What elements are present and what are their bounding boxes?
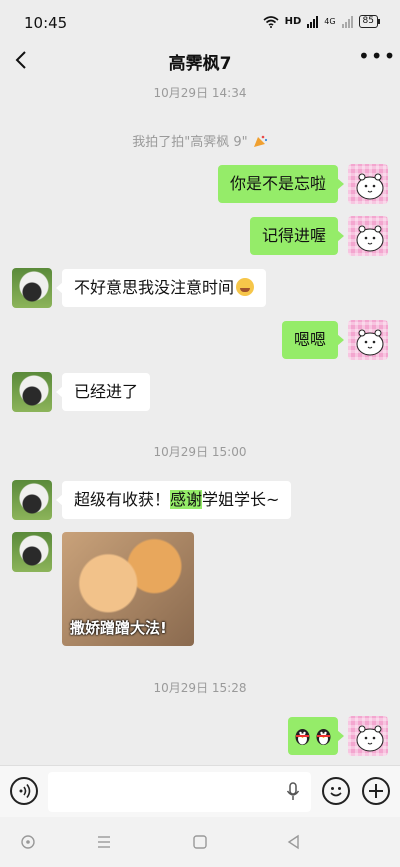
highlighted-text: 感谢 [170, 490, 203, 509]
my-avatar[interactable] [348, 320, 388, 360]
cat-sticker-image[interactable]: 撒娇蹭蹭大法! [62, 532, 194, 646]
more-functions-button[interactable] [362, 777, 390, 805]
wifi-icon [263, 15, 279, 28]
signal-icon-secondary [341, 15, 353, 28]
battery-level: 85 [362, 16, 374, 26]
contact-avatar[interactable] [12, 268, 52, 308]
message-bubble-received[interactable]: 超级有收获！感谢学姐学长~ [55, 481, 292, 519]
message-bubble-sent[interactable]: 记得进喔 [249, 217, 345, 255]
microphone-icon[interactable] [286, 782, 300, 802]
facepalm-emoji-icon [236, 278, 255, 296]
hamster-avatar-icon [356, 173, 384, 200]
message-text: 不好意思我没注意时间 [74, 278, 235, 297]
sticker-caption: 撒娇蹭蹭大法! [70, 619, 167, 637]
battery-icon: 85 [358, 15, 381, 28]
message-text: 超级有收获！ [74, 490, 171, 509]
message-bubble-sent[interactable]: 你是不是忘啦 [217, 165, 345, 203]
system-pat-message: 我拍了拍"高霁枫 9" [0, 131, 400, 150]
network-label: HD [284, 16, 302, 27]
more-options-icon[interactable]: ••• [358, 46, 395, 68]
voice-input-button[interactable] [10, 777, 38, 805]
hamster-avatar-icon [356, 225, 384, 252]
plus-icon [369, 784, 383, 798]
status-bar: 10:45 HD 4G 85 [0, 0, 400, 46]
message-bubble-received[interactable]: 已经进了 [55, 373, 151, 411]
penguin-emoji-icon [316, 729, 331, 745]
voice-icon [19, 784, 31, 798]
my-avatar[interactable] [348, 216, 388, 256]
contact-avatar[interactable] [12, 372, 52, 412]
my-avatar[interactable] [348, 164, 388, 204]
message-text: 学姐学长~ [202, 490, 280, 509]
hamster-avatar-icon [356, 329, 384, 356]
time-divider: 10月29日 14:34 [153, 86, 247, 100]
message-bubble-received[interactable]: 不好意思我没注意时间 [55, 269, 267, 307]
chat-title: 高霁枫7 [168, 54, 232, 74]
signal-icon [307, 15, 319, 28]
system-pat-text: 我拍了拍"高霁枫 9" [132, 135, 248, 150]
hamster-avatar-icon [356, 725, 384, 752]
time-divider: 10月29日 15:28 [153, 681, 247, 695]
message-bubble-sent[interactable]: 嗯嗯 [281, 321, 345, 359]
status-time: 10:45 [24, 14, 68, 32]
back-nav-icon[interactable] [286, 834, 302, 850]
message-bubble-sent[interactable] [288, 717, 344, 755]
party-popper-icon [253, 135, 267, 147]
penguin-emoji-icon [295, 729, 310, 745]
contact-avatar[interactable] [12, 480, 52, 520]
status-indicators: HD 4G 85 [263, 15, 381, 28]
chat-header: 高霁枫7 ••• [0, 46, 400, 74]
contact-avatar[interactable] [12, 532, 52, 572]
system-navigation-bar [0, 817, 400, 867]
network-type-label: 4G [324, 17, 336, 26]
home-icon[interactable] [192, 834, 208, 850]
message-input[interactable] [48, 772, 311, 812]
emoji-button[interactable] [322, 777, 350, 805]
assistant-icon[interactable] [20, 834, 36, 850]
input-bar [0, 765, 400, 818]
menu-icon[interactable] [96, 834, 112, 850]
smiley-icon [330, 787, 342, 797]
time-divider: 10月29日 15:00 [153, 445, 247, 459]
my-avatar[interactable] [348, 716, 388, 756]
